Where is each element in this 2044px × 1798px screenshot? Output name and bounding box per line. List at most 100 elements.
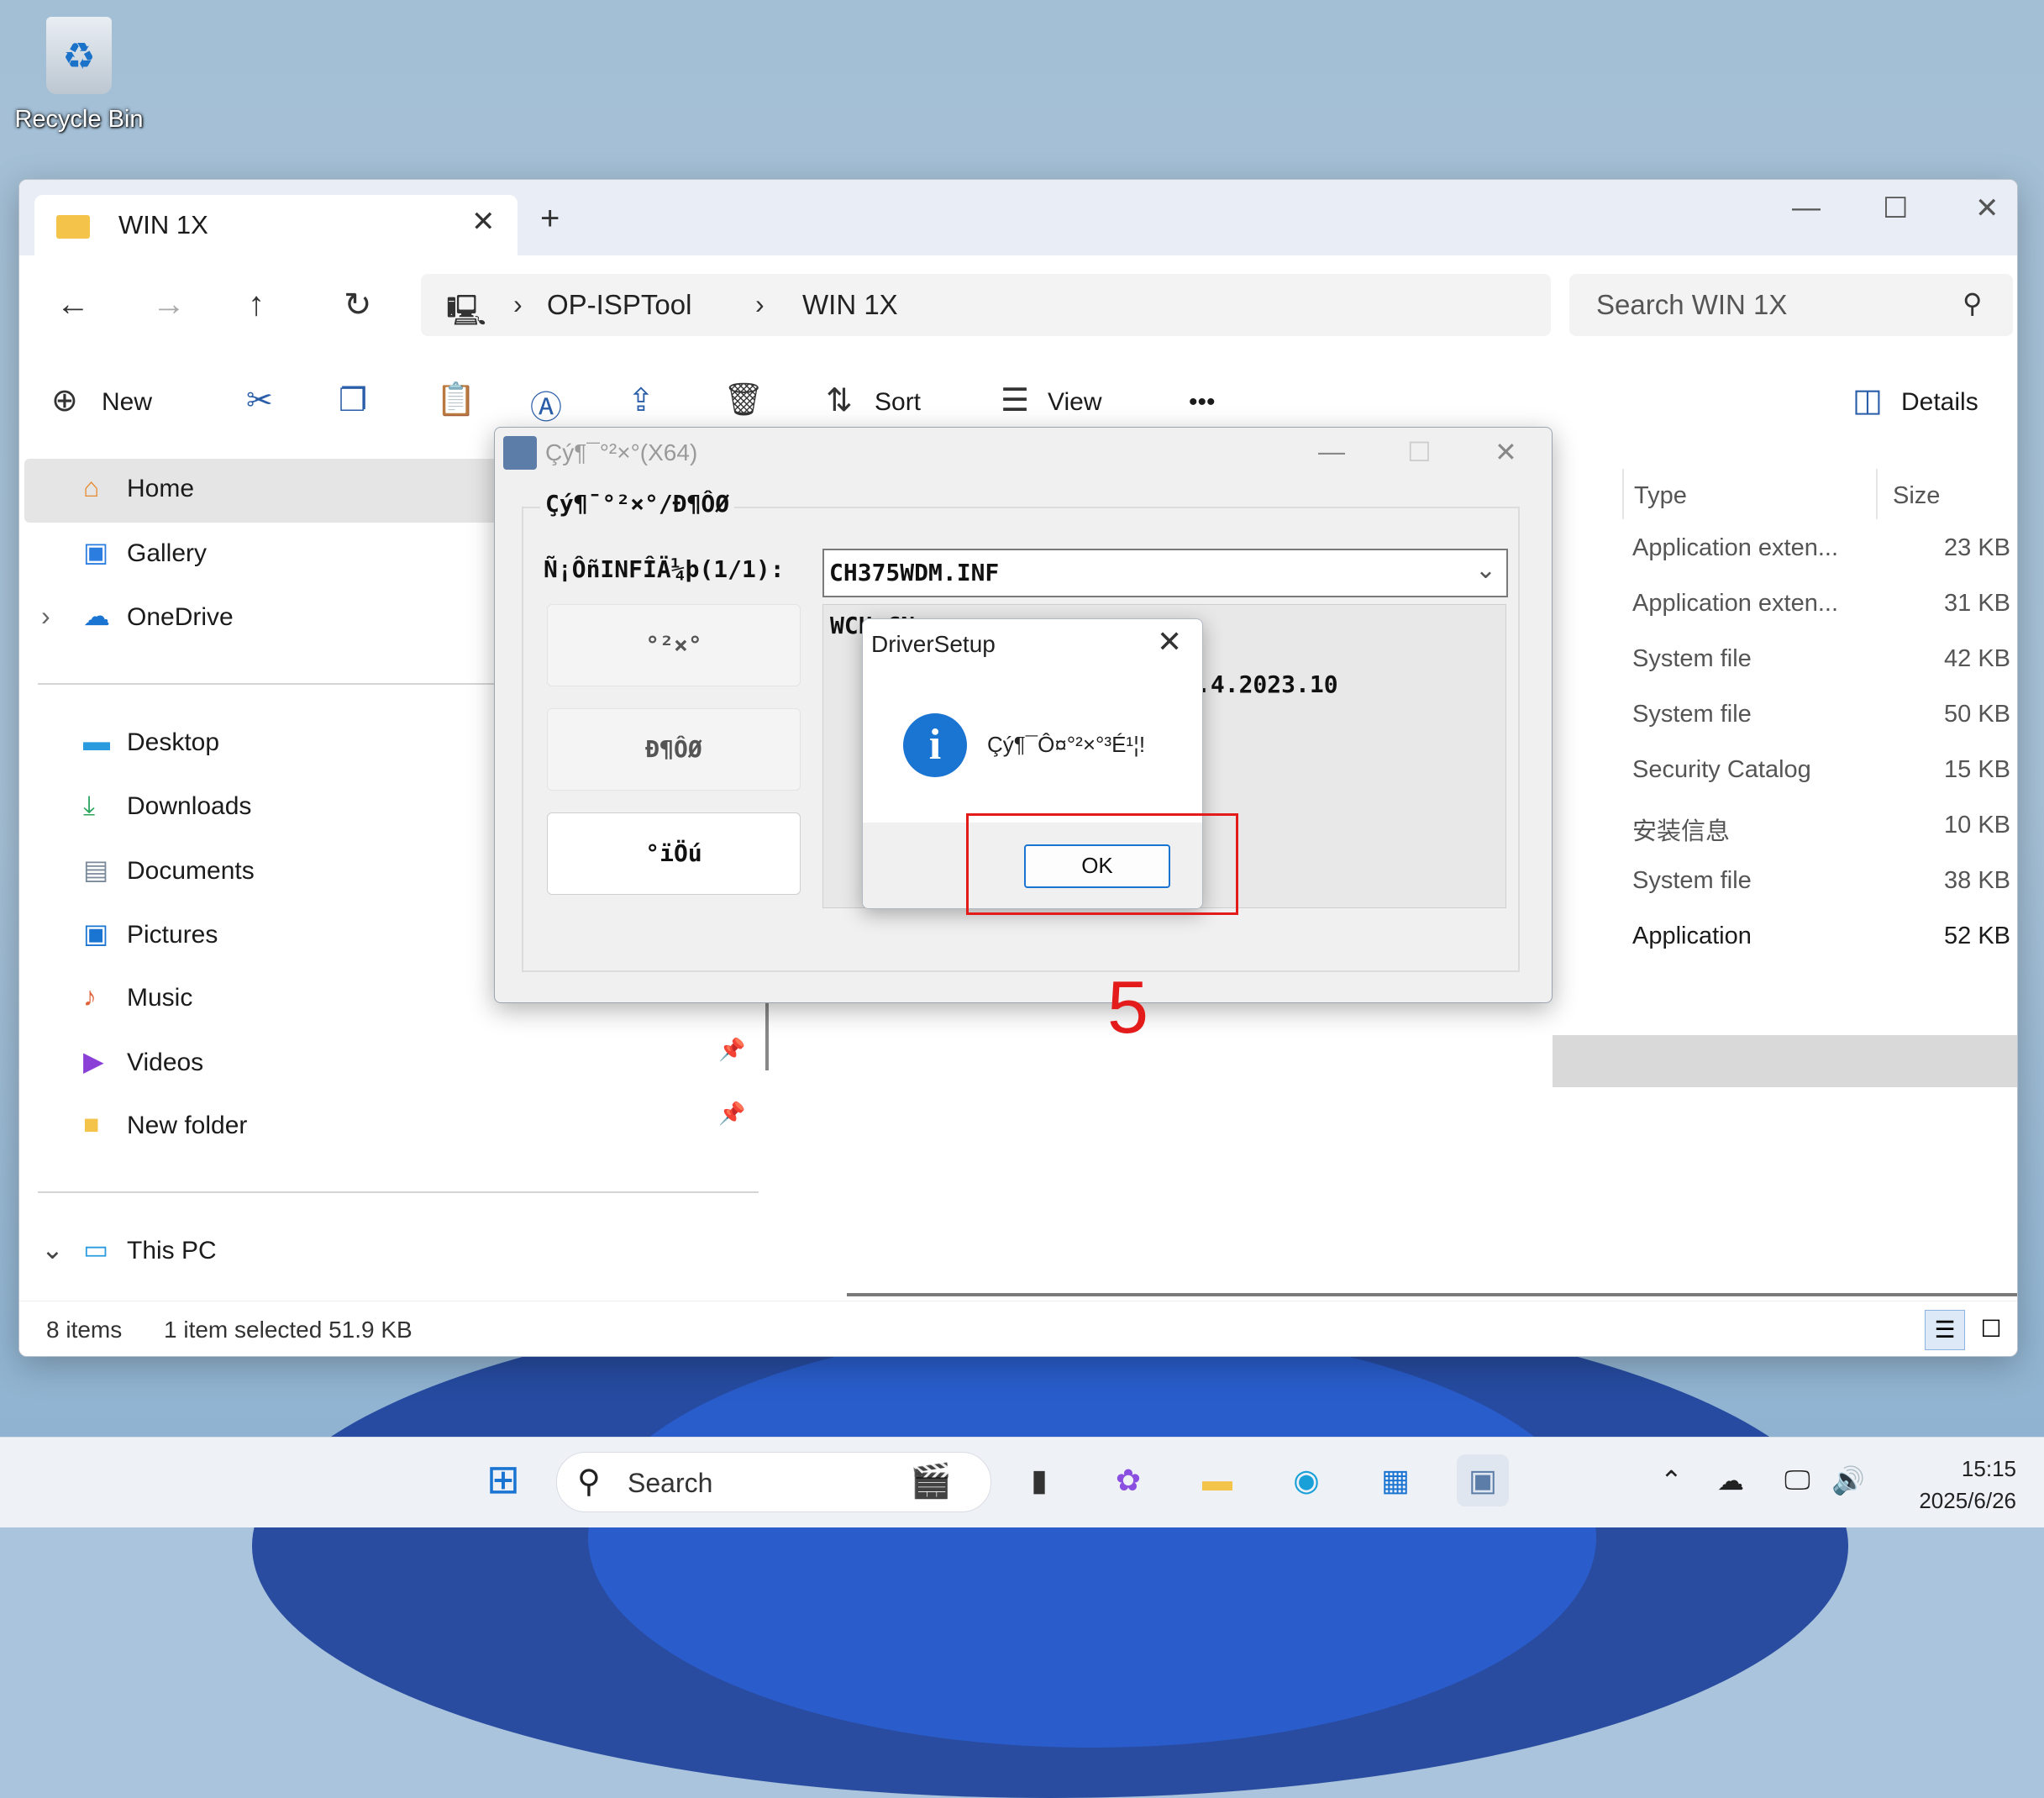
tab-win-1x[interactable]: WIN 1X ✕ [34,195,518,255]
delete-icon[interactable]: 🗑 [723,381,764,418]
paste-icon[interactable]: 📋 [436,381,476,418]
pin-icon[interactable]: 📌 [718,1037,745,1063]
recycle-bin-shortcut[interactable]: ♻ Recycle Bin [12,17,146,151]
home-icon: ⌂ [83,472,100,502]
maximize-button[interactable]: ☐ [1407,436,1432,468]
sort-button[interactable]: Sort [875,388,921,417]
nav-item-documents[interactable]: ▤ Documents [83,854,255,904]
column-header-type[interactable]: Type [1634,482,1687,510]
nav-label: OneDrive [127,603,234,631]
inf-file-select[interactable]: CH375WDM.INF ⌄ [822,549,1508,597]
copilot-icon[interactable]: ✿ [1102,1454,1154,1506]
download-icon: ⤓ [83,790,96,820]
nav-item-this-pc[interactable]: ⌄ ▭ This PC [41,1233,217,1284]
document-icon: ▤ [83,854,109,885]
details-view-icon[interactable]: ☰ [1925,1310,1965,1350]
taskbar-search[interactable]: ⚲ Search 🎬 [556,1452,991,1512]
taskbar: ⊞ ⚲ Search 🎬 ▮ ✿ ▬ ◉ ▦ ▣ ⌃ ☁ 🖵 🔊 15:15 2… [0,1437,2044,1527]
file-explorer-icon[interactable]: ▬ [1191,1454,1243,1506]
close-button[interactable]: ✕ [1495,436,1517,468]
search-icon: ⚲ [577,1464,601,1500]
new-button[interactable]: New [102,388,152,417]
back-button[interactable]: ← [56,286,90,323]
dialog-title: DriverSetup [871,631,996,657]
chevron-right-icon: › [41,601,50,631]
file-size: 23 KB [1944,534,2010,561]
nav-label: Videos [127,1049,204,1076]
new-tab-button[interactable]: + [540,200,560,238]
groupbox-legend: Çý¶¯°²×°/Ð¶ÔØ [540,490,735,518]
nav-label: Pictures [127,921,218,949]
breadcrumb-win-1x[interactable]: WIN 1X [802,289,898,321]
uninstall-button[interactable]: Ð¶ÔØ [547,708,801,791]
minimize-button[interactable]: — [1318,436,1345,467]
nav-label: Downloads [127,792,252,820]
help-button[interactable]: °ïÖú [547,812,801,895]
chevron-right-icon: › [755,289,765,319]
nav-item-gallery[interactable]: ▣ Gallery [83,536,207,586]
volume-icon[interactable]: 🔊 [1831,1464,1865,1496]
nav-item-downloads[interactable]: ⤓ Downloads [83,790,251,840]
column-divider [1622,469,1624,519]
sort-icon: ⇅ [826,383,853,418]
search-highlight-icon: 🎬 [910,1463,952,1500]
minimize-button[interactable]: — [1792,192,1821,224]
details-button[interactable]: Details [1901,388,1978,417]
cloud-icon: ☁ [83,601,110,631]
nav-item-onedrive[interactable]: › ☁ OneDrive [41,600,234,650]
chevron-down-icon: ⌄ [41,1234,64,1264]
rename-icon[interactable]: Ⓐ [530,381,562,428]
close-button[interactable]: ✕ [1975,192,1999,225]
onedrive-offline-icon[interactable]: ☁ [1717,1464,1744,1496]
driver-setup-taskbar-icon[interactable]: ▣ [1457,1454,1509,1506]
share-icon[interactable]: ⇪ [628,381,654,419]
nav-item-home[interactable]: ⌂ Home [83,472,194,523]
more-options-button[interactable]: ••• [1189,388,1216,417]
forward-button[interactable]: → [152,286,186,323]
tab-close-icon[interactable]: ✕ [471,205,496,239]
monitor-icon: ▭ [83,1234,109,1264]
address-row: ← → ↑ ↻ 🖳 › OP-ISPTool › WIN 1X Search W… [19,255,2017,355]
refresh-button[interactable]: ↻ [344,286,372,324]
copy-icon[interactable]: ❐ [339,381,367,419]
title-bar: WIN 1X ✕ + — ☐ ✕ [19,180,2017,255]
address-bar[interactable]: 🖳 › OP-ISPTool › WIN 1X [421,274,1551,336]
dialog-close-button[interactable]: ✕ [1157,624,1182,660]
chevron-up-icon[interactable]: ⌃ [1660,1464,1683,1496]
horizontal-scrollbar[interactable] [847,1293,2017,1296]
file-type: System file [1632,645,1752,672]
nav-item-desktop[interactable]: ▬ Desktop [83,726,219,776]
task-view-icon[interactable]: ▮ [1013,1454,1065,1506]
music-icon: ♪ [83,981,97,1012]
chevron-right-icon: › [513,289,523,319]
nav-item-music[interactable]: ♪ Music [83,981,192,1032]
system-clock[interactable]: 15:15 2025/6/26 [1890,1453,2016,1517]
search-box[interactable]: Search WIN 1X ⚲ [1569,274,2013,336]
highlight-annotation-box [966,813,1238,915]
nav-item-pictures[interactable]: ▣ Pictures [83,917,218,968]
file-size: 38 KB [1944,867,2010,894]
view-button[interactable]: View [1048,388,1101,417]
pin-icon[interactable]: 📌 [718,1101,745,1127]
folder-icon [56,215,90,239]
maximize-button[interactable]: ☐ [1883,192,1908,225]
install-button[interactable]: °²×° [547,604,801,686]
edge-icon[interactable]: ◉ [1280,1454,1332,1506]
column-header-size[interactable]: Size [1893,482,1940,510]
store-icon[interactable]: ▦ [1369,1454,1421,1506]
start-icon[interactable]: ⊞ [477,1454,529,1506]
nav-label: Home [127,475,195,502]
tiles-view-icon[interactable]: ☐ [1972,1310,2010,1348]
file-size: 42 KB [1944,645,2010,672]
nav-item-new-folder[interactable]: ■ New folder [83,1109,247,1159]
breadcrumb-op-isptool[interactable]: OP-ISPTool [547,289,691,321]
plus-circle-icon: ⊕ [51,383,78,418]
nav-scrollbar[interactable] [765,998,769,1070]
cut-icon[interactable]: ✂ [246,381,273,419]
search-icon: ⚲ [1963,288,1983,318]
nav-item-videos[interactable]: ▶ Videos [83,1045,203,1096]
setup-window-title: Çý¶¯°²×°(X64) [545,439,698,465]
file-size: 50 KB [1944,701,2010,728]
network-icon[interactable]: 🖵 [1784,1464,1810,1496]
up-button[interactable]: ↑ [248,286,265,323]
